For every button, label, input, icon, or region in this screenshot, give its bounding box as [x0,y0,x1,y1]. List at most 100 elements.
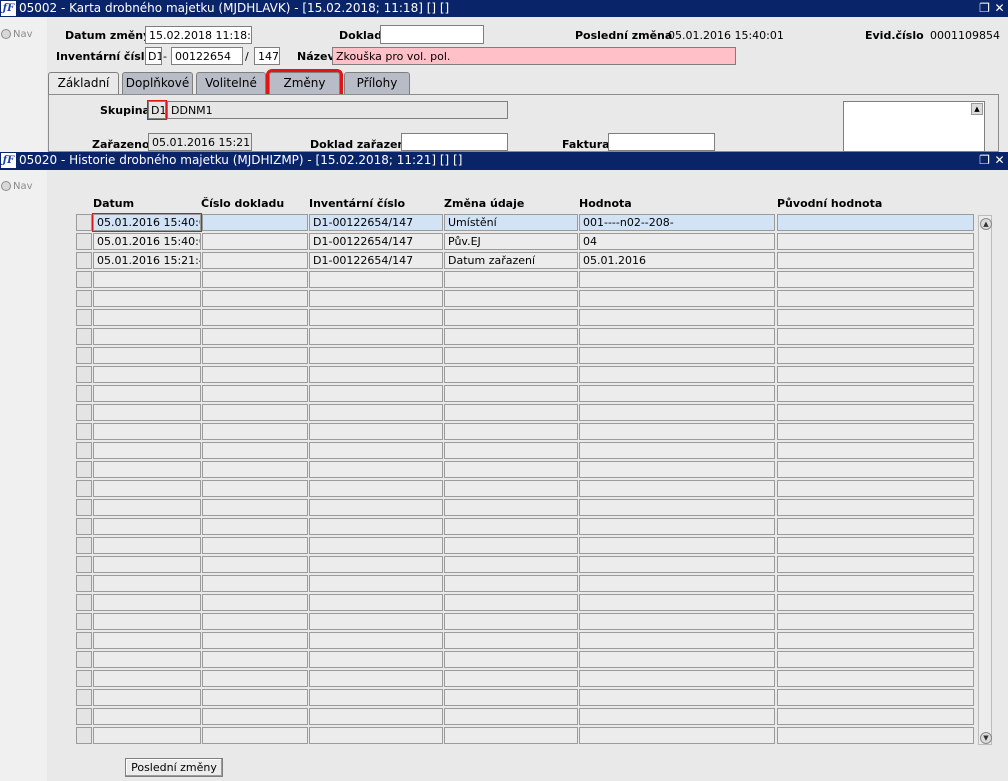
cell-puvodni-hodnota[interactable] [777,271,974,288]
cell-hodnota[interactable] [579,518,775,535]
cell-zmena-udaje[interactable] [444,537,578,554]
scroll-up-icon[interactable]: ▲ [980,218,992,230]
row-indicator[interactable] [76,252,92,269]
cell-inventarni-cislo[interactable] [309,670,443,687]
cell-puvodni-hodnota[interactable] [777,708,974,725]
cell-puvodni-hodnota[interactable] [777,727,974,744]
row-indicator[interactable] [76,385,92,402]
row-indicator[interactable] [76,632,92,649]
cell-datum[interactable] [93,347,201,364]
tab-volitelne[interactable]: Volitelné [196,72,266,94]
row-indicator[interactable] [76,575,92,592]
cell-cislo-dokladu[interactable] [202,233,308,250]
cell-puvodni-hodnota[interactable] [777,461,974,478]
cell-zmena-udaje[interactable] [444,404,578,421]
cell-puvodni-hodnota[interactable] [777,670,974,687]
cell-inventarni-cislo[interactable] [309,347,443,364]
row-indicator[interactable] [76,651,92,668]
cell-datum[interactable] [93,442,201,459]
cell-cislo-dokladu[interactable] [202,461,308,478]
tab-doplnkove[interactable]: Doplňkové [122,72,193,94]
cell-zmena-udaje[interactable] [444,271,578,288]
cell-inventarni-cislo[interactable] [309,385,443,402]
cell-puvodni-hodnota[interactable] [777,575,974,592]
cell-inventarni-cislo[interactable]: D1-00122654/147 [309,252,443,269]
cell-zmena-udaje[interactable] [444,461,578,478]
inv-suffix-field[interactable]: 147 [254,47,280,65]
cell-zmena-udaje[interactable] [444,689,578,706]
cell-inventarni-cislo[interactable] [309,651,443,668]
inv-prefix-field[interactable]: D1 [145,47,162,65]
cell-cislo-dokladu[interactable] [202,727,308,744]
row-indicator[interactable] [76,214,92,231]
cell-cislo-dokladu[interactable] [202,442,308,459]
cell-zmena-udaje[interactable] [444,309,578,326]
cell-hodnota[interactable] [579,651,775,668]
cell-hodnota[interactable] [579,727,775,744]
cell-datum[interactable] [93,632,201,649]
cell-inventarni-cislo[interactable] [309,404,443,421]
cell-inventarni-cislo[interactable] [309,423,443,440]
cell-puvodni-hodnota[interactable] [777,613,974,630]
cell-cislo-dokladu[interactable] [202,708,308,725]
cell-inventarni-cislo[interactable] [309,613,443,630]
cell-inventarni-cislo[interactable] [309,328,443,345]
cell-hodnota[interactable] [579,461,775,478]
tab-prilohy[interactable]: Přílohy [344,72,410,94]
cell-zmena-udaje[interactable] [444,290,578,307]
cell-inventarni-cislo[interactable] [309,518,443,535]
row-indicator[interactable] [76,309,92,326]
cell-puvodni-hodnota[interactable] [777,309,974,326]
window1-titlebar[interactable]: ƒF 05002 - Karta drobného majetku (MJDHL… [0,0,1008,17]
cell-datum[interactable] [93,404,201,421]
cell-inventarni-cislo[interactable] [309,556,443,573]
row-indicator[interactable] [76,518,92,535]
inv-number-field[interactable]: 00122654 [171,47,243,65]
doklad-field[interactable] [380,25,484,44]
cell-cislo-dokladu[interactable] [202,556,308,573]
cell-cislo-dokladu[interactable] [202,575,308,592]
cell-cislo-dokladu[interactable] [202,214,308,231]
notes-box[interactable] [843,101,985,152]
faktura-field[interactable] [608,133,715,151]
cell-inventarni-cislo[interactable]: D1-00122654/147 [309,233,443,250]
cell-zmena-udaje[interactable] [444,328,578,345]
cell-inventarni-cislo[interactable] [309,594,443,611]
grid-scrollbar[interactable]: ▲ ▼ [978,215,992,745]
cell-puvodni-hodnota[interactable] [777,404,974,421]
cell-puvodni-hodnota[interactable] [777,537,974,554]
row-indicator[interactable] [76,271,92,288]
cell-cislo-dokladu[interactable] [202,537,308,554]
row-indicator[interactable] [76,499,92,516]
cell-datum[interactable] [93,575,201,592]
tab-zmeny[interactable]: Změny [266,69,343,97]
cell-hodnota[interactable] [579,347,775,364]
cell-hodnota[interactable] [579,556,775,573]
row-indicator[interactable] [76,328,92,345]
row-indicator[interactable] [76,708,92,725]
cell-cislo-dokladu[interactable] [202,518,308,535]
cell-cislo-dokladu[interactable] [202,499,308,516]
row-indicator[interactable] [76,727,92,744]
cell-zmena-udaje[interactable] [444,727,578,744]
cell-puvodni-hodnota[interactable] [777,651,974,668]
cell-puvodni-hodnota[interactable] [777,252,974,269]
cell-inventarni-cislo[interactable] [309,290,443,307]
row-indicator[interactable] [76,366,92,383]
row-indicator[interactable] [76,613,92,630]
cell-datum[interactable] [93,480,201,497]
cell-hodnota[interactable] [579,385,775,402]
cell-hodnota[interactable] [579,423,775,440]
restore-icon[interactable]: ❐ [978,0,991,17]
cell-datum[interactable] [93,366,201,383]
cell-cislo-dokladu[interactable] [202,366,308,383]
cell-puvodni-hodnota[interactable] [777,518,974,535]
cell-zmena-udaje[interactable] [444,499,578,516]
cell-datum[interactable] [93,670,201,687]
row-indicator[interactable] [76,461,92,478]
cell-datum[interactable] [93,613,201,630]
cell-zmena-udaje[interactable] [444,670,578,687]
cell-datum[interactable] [93,651,201,668]
cell-cislo-dokladu[interactable] [202,290,308,307]
cell-puvodni-hodnota[interactable] [777,347,974,364]
